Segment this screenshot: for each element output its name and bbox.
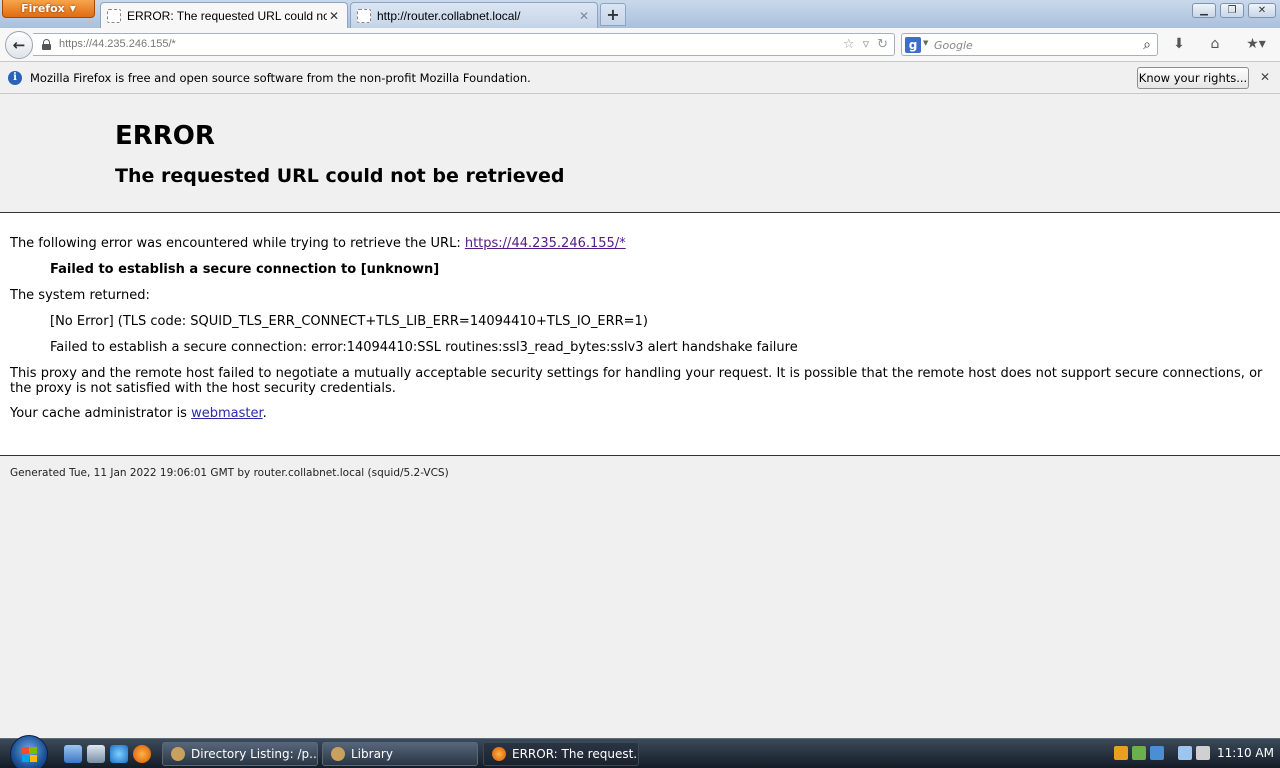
chevron-down-icon: ▼: [69, 4, 76, 13]
maximize-window-button[interactable]: ❐: [1220, 3, 1244, 18]
bookmarks-menu-icon[interactable]: ★▾: [1240, 36, 1272, 54]
search-icon[interactable]: ⌕: [1143, 37, 1151, 53]
requested-url-link[interactable]: https://44.235.246.155/*: [465, 236, 626, 251]
failure-message: Failed to establish a secure connection …: [50, 262, 440, 277]
intro-text: The following error was encountered whil…: [10, 236, 465, 251]
taskbar-item-label: Library: [351, 747, 393, 761]
internet-explorer-icon[interactable]: [110, 745, 128, 763]
admin-text: Your cache administrator is: [10, 406, 192, 421]
network-monitor-icon[interactable]: [1150, 746, 1164, 760]
proxy-explanation: This proxy and the remote host failed to…: [10, 366, 1263, 396]
back-arrow-icon: ←: [12, 36, 26, 54]
taskbar-item-error[interactable]: ERROR: The request...: [483, 742, 639, 766]
history-dropdown-icon[interactable]: ▿: [863, 37, 870, 52]
url-text[interactable]: https://44.235.246.155/*: [59, 38, 176, 50]
app-icon: [171, 747, 185, 761]
url-scheme: https:: [59, 38, 86, 50]
close-tab-icon[interactable]: ✕: [577, 9, 591, 23]
notification-bar: i Mozilla Firefox is free and open sourc…: [0, 63, 1280, 94]
search-bar[interactable]: ⌕: [930, 33, 1158, 56]
firefox-menu-button[interactable]: Firefox ▼: [2, 0, 95, 18]
reload-icon[interactable]: ↻: [877, 37, 888, 52]
tls-code-message: [No Error] (TLS code: SQUID_TLS_ERR_CONN…: [50, 314, 648, 329]
back-button[interactable]: ←: [5, 31, 33, 59]
webmaster-link[interactable]: webmaster: [191, 406, 263, 421]
title-bar: Firefox ▼ ERROR: The requested URL could…: [0, 0, 1280, 28]
switch-windows-icon[interactable]: [87, 745, 105, 763]
close-window-button[interactable]: ✕: [1248, 3, 1276, 18]
taskbar: Directory Listing: /p... Library ERROR: …: [0, 735, 1280, 768]
error-details: The following error was encountered whil…: [0, 213, 1280, 456]
error-header: ERROR The requested URL could not be ret…: [0, 95, 1280, 213]
close-icon[interactable]: ✕: [1258, 70, 1272, 84]
firefox-quicklaunch-icon[interactable]: [133, 745, 151, 763]
tab-title: ERROR: The requested URL could not ...: [127, 8, 327, 23]
taskbar-item-directory-listing[interactable]: Directory Listing: /p...: [162, 742, 318, 766]
tab-title: http://router.collabnet.local/: [377, 8, 521, 23]
show-desktop-icon[interactable]: [64, 745, 82, 763]
clock[interactable]: 11:10 AM: [1217, 746, 1274, 760]
bookmark-star-icon[interactable]: ☆: [843, 37, 855, 52]
volume-muted-icon[interactable]: [1196, 746, 1210, 760]
tab-router[interactable]: http://router.collabnet.local/ ✕: [350, 2, 598, 28]
minimize-window-button[interactable]: ▁: [1192, 3, 1216, 18]
ssl-error-message: Failed to establish a secure connection:…: [50, 340, 798, 355]
close-tab-icon[interactable]: ✕: [327, 9, 341, 23]
page-title: ERROR: [115, 121, 215, 151]
page-favicon-icon: [107, 8, 121, 23]
search-input[interactable]: [934, 37, 1124, 53]
firefox-menu-label: Firefox: [21, 2, 65, 15]
check-icon[interactable]: [1132, 746, 1146, 760]
chevron-down-icon: ▼: [923, 39, 929, 47]
windows-logo-icon: [22, 747, 38, 763]
home-icon[interactable]: ⌂: [1204, 36, 1226, 54]
info-icon: i: [8, 71, 22, 85]
google-icon: g: [905, 37, 921, 53]
url-bar[interactable]: https://44.235.246.155/* ☆ ▿ ↻: [33, 33, 895, 56]
page-favicon-icon: [357, 8, 371, 23]
notification-text: Mozilla Firefox is free and open source …: [30, 71, 531, 85]
page-subtitle: The requested URL could not be retrieved: [115, 165, 565, 187]
tab-error[interactable]: ERROR: The requested URL could not ... ✕: [100, 2, 348, 28]
downloads-icon[interactable]: ⬇: [1168, 36, 1190, 54]
taskbar-item-label: Directory Listing: /p...: [191, 747, 318, 761]
system-returned-label: The system returned:: [10, 288, 150, 303]
lock-icon: [42, 39, 51, 50]
url-address: //44.235.246.155/*: [85, 38, 176, 50]
taskbar-item-label: ERROR: The request...: [512, 747, 639, 761]
admin-suffix: .: [262, 406, 267, 421]
intro-paragraph: The following error was encountered whil…: [10, 236, 626, 251]
navigation-toolbar: ← https://44.235.246.155/* ☆ ▿ ↻ g ▼ ⌕ ⬇…: [0, 28, 1280, 62]
app-icon: [331, 747, 345, 761]
new-tab-button[interactable]: +: [600, 3, 626, 26]
generated-footer: Generated Tue, 11 Jan 2022 19:06:01 GMT …: [10, 467, 449, 479]
network-icon[interactable]: [1178, 746, 1192, 760]
admin-paragraph: Your cache administrator is webmaster.: [10, 406, 267, 421]
taskbar-item-library[interactable]: Library: [322, 742, 478, 766]
start-button[interactable]: [10, 735, 48, 768]
page-content: ERROR The requested URL could not be ret…: [0, 95, 1280, 738]
know-your-rights-button[interactable]: Know your rights...: [1137, 67, 1249, 89]
firefox-icon: [492, 747, 506, 761]
search-engine-selector[interactable]: g ▼: [901, 33, 931, 56]
security-shield-icon[interactable]: [1114, 746, 1128, 760]
